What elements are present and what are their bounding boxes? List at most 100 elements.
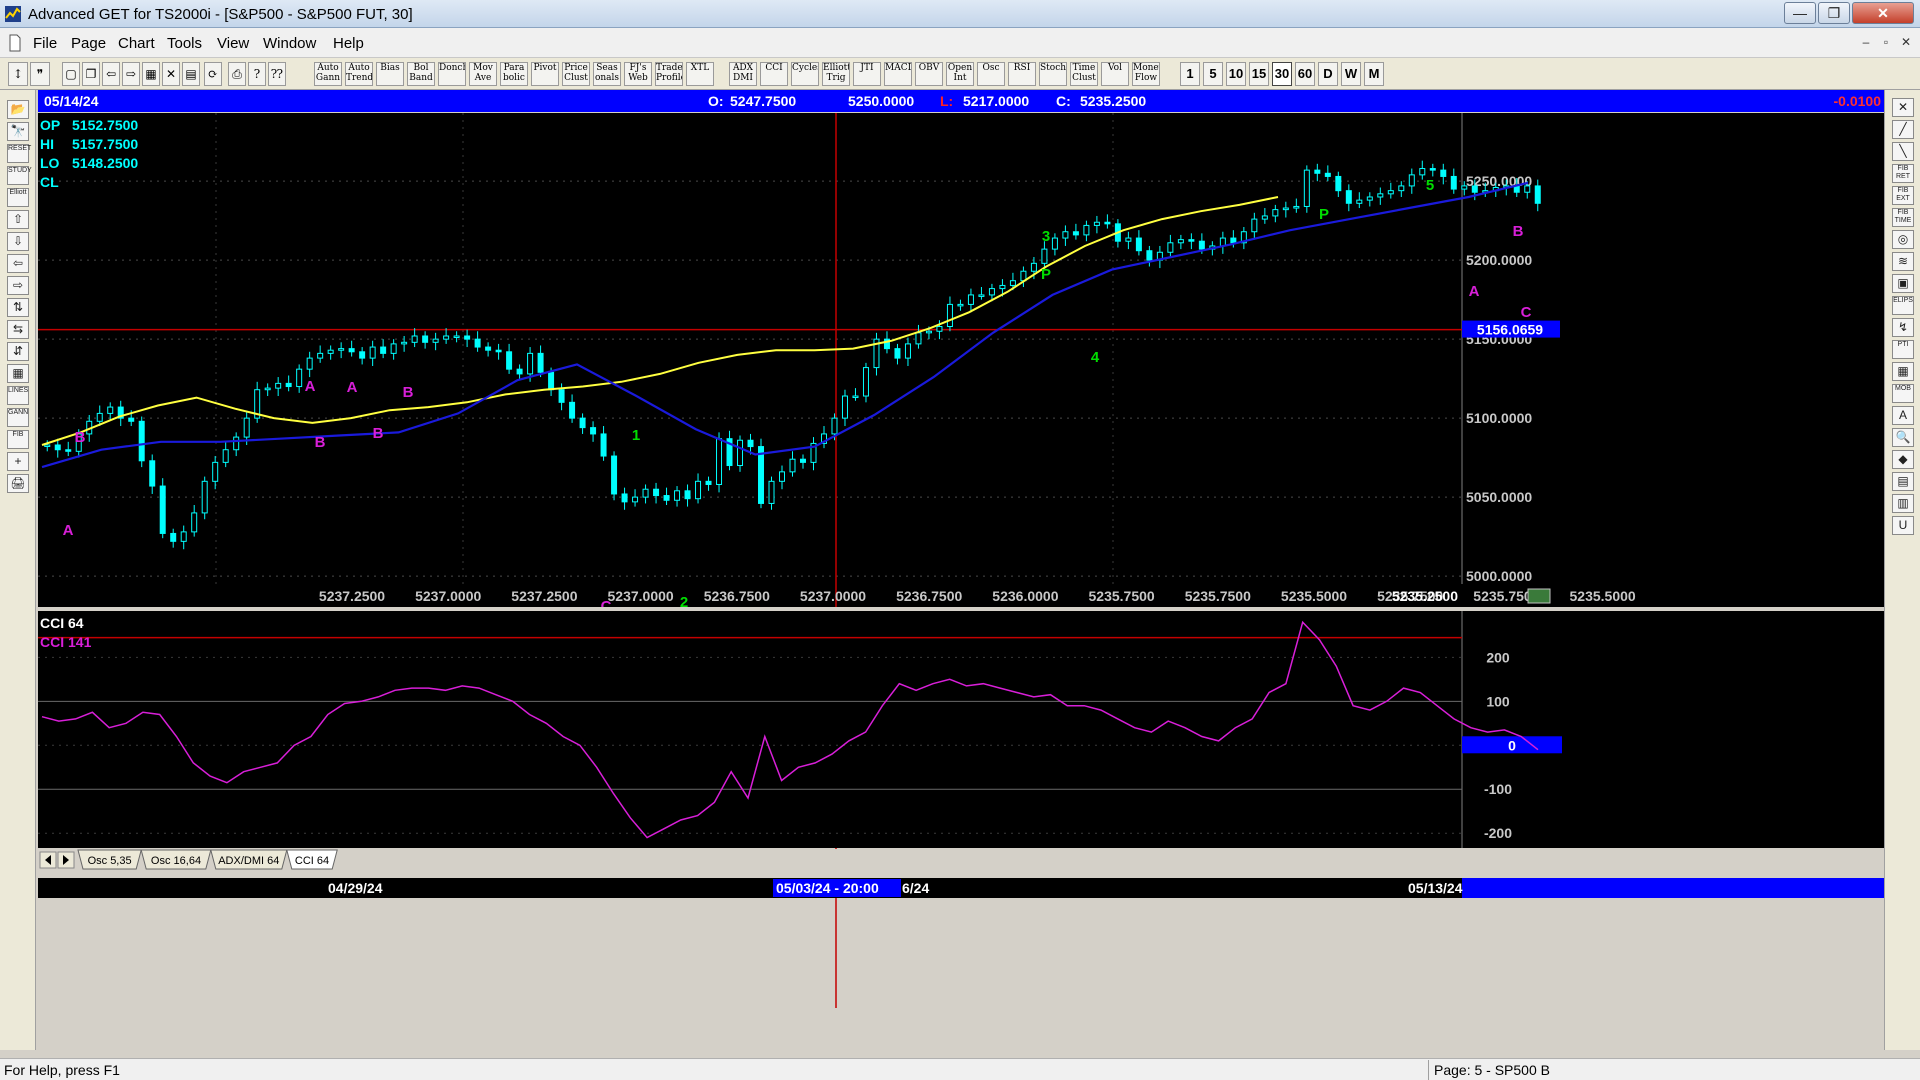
right-tool-button[interactable]: A (1892, 406, 1914, 425)
left-tool-button[interactable]: ⇦ (7, 254, 29, 273)
tab-label[interactable]: Osc 5,35 (88, 855, 132, 867)
chart-area[interactable]: 05/14/24 O: 5247.7500 5250.0000 L: 5217.… (38, 90, 1884, 1058)
study-button[interactable]: Money Flow (1132, 62, 1160, 86)
menu-chart[interactable]: Chart (118, 35, 155, 52)
study-button[interactable]: Vol (1101, 62, 1129, 86)
study-button[interactable]: Para bolic (500, 62, 528, 86)
right-tool-button[interactable]: ▣ (1892, 274, 1914, 293)
grid-button[interactable]: ▦ (142, 62, 160, 86)
left-tool-button[interactable]: FIB (7, 430, 29, 449)
left-tool-button[interactable]: LINES (7, 386, 29, 405)
left-tool-button[interactable]: 🖨 (7, 474, 29, 493)
left-tool-button[interactable]: ⇩ (7, 232, 29, 251)
study-button[interactable]: OBV (915, 62, 943, 86)
study-button[interactable]: Trade Profile (655, 62, 683, 86)
menu-help[interactable]: Help (333, 35, 364, 52)
left-tool-button[interactable]: ⇨ (7, 276, 29, 295)
timeframe-button[interactable]: 60 (1295, 62, 1315, 86)
left-tool-button[interactable]: GANN (7, 408, 29, 427)
menu-window[interactable]: Window (263, 35, 316, 52)
cci-pane[interactable] (38, 611, 1884, 848)
mdi-close-button[interactable]: ✕ (1896, 33, 1916, 51)
study-button[interactable]: Bias (376, 62, 404, 86)
left-tool-button[interactable]: STUDY (7, 166, 32, 185)
menu-page[interactable]: Page (71, 35, 106, 52)
study-button[interactable]: Elliott Trig (822, 62, 850, 86)
right-tool-button[interactable]: ▥ (1892, 494, 1914, 513)
tab-label[interactable]: CCI 64 (295, 855, 329, 867)
pane-splitter[interactable] (38, 607, 1884, 611)
delete-button[interactable]: ✕ (162, 62, 180, 86)
right-tool-button[interactable]: ◆ (1892, 450, 1914, 469)
close-button[interactable]: ✕ (1852, 2, 1914, 24)
quote-tool-button[interactable]: ❞ (30, 62, 50, 86)
study-button[interactable]: RSI (1008, 62, 1036, 86)
study-button[interactable]: Bol Band (407, 62, 435, 86)
left-tool-button[interactable]: ⇆ (7, 320, 29, 339)
back-button[interactable]: ⇦ (102, 62, 120, 86)
study-button[interactable]: Stoch (1039, 62, 1067, 86)
tab-label[interactable]: ADX/DMI 64 (218, 855, 279, 867)
right-tool-button[interactable]: ▤ (1892, 472, 1914, 491)
timeframe-button[interactable]: 10 (1226, 62, 1246, 86)
refresh-button[interactable]: ⟳ (204, 62, 222, 86)
study-button[interactable]: XTL (686, 62, 714, 86)
right-tool-button[interactable]: 🔍 (1892, 428, 1914, 447)
help-button[interactable]: ? (248, 62, 266, 86)
right-tool-button[interactable]: ↯ (1892, 318, 1914, 337)
right-tool-button[interactable]: FIB RET (1892, 164, 1914, 183)
right-tool-button[interactable]: ▦ (1892, 362, 1914, 381)
price-pane[interactable] (38, 113, 1884, 607)
right-tool-button[interactable]: PTI (1892, 340, 1914, 359)
maximize-button[interactable]: ❐ (1818, 2, 1850, 24)
scroll-corner-icon[interactable] (1527, 588, 1551, 604)
study-button[interactable]: Price Clust (562, 62, 590, 86)
study-button[interactable]: Cycles (791, 62, 819, 86)
minimize-button[interactable]: — (1784, 2, 1816, 24)
tab-scroll-left[interactable] (39, 851, 57, 869)
menu-file[interactable]: File (33, 35, 57, 52)
print-button[interactable]: ⎙ (228, 62, 246, 86)
right-tool-button[interactable]: U (1892, 516, 1914, 535)
right-tool-button[interactable]: ELIPS (1892, 296, 1914, 315)
study-button[interactable]: Auto Gann (314, 62, 342, 86)
study-button[interactable]: Osc (977, 62, 1005, 86)
study-button[interactable]: Donch (438, 62, 466, 86)
layout-button[interactable]: ▤ (182, 62, 200, 86)
forward-button[interactable]: ⇨ (122, 62, 140, 86)
left-tool-button[interactable]: Elliott (7, 188, 29, 207)
timeframe-button[interactable]: M (1364, 62, 1384, 86)
left-tool-button[interactable]: + (7, 452, 29, 471)
menu-view[interactable]: View (217, 35, 249, 52)
pointer-tool-button[interactable]: ↕ (8, 62, 28, 86)
context-help-button[interactable]: ⁇ (268, 62, 286, 86)
tab-scroll-right[interactable] (57, 851, 75, 869)
left-tool-button[interactable]: RESET (7, 144, 31, 163)
study-button[interactable]: Mov Ave (469, 62, 497, 86)
timeframe-button[interactable]: 1 (1180, 62, 1200, 86)
mdi-minimize-button[interactable]: – (1856, 33, 1876, 51)
study-button[interactable]: Time Clust (1070, 62, 1098, 86)
timeframe-button[interactable]: 30 (1272, 62, 1292, 86)
timeframe-button[interactable]: 15 (1249, 62, 1269, 86)
timeframe-button[interactable]: 5 (1203, 62, 1223, 86)
study-button[interactable]: Seas onals (593, 62, 621, 86)
left-tool-button[interactable]: ▦ (7, 364, 29, 383)
right-tool-button[interactable]: ✕ (1892, 98, 1914, 117)
tab-label[interactable]: Osc 16,64 (151, 855, 201, 867)
study-button[interactable]: Pivot (531, 62, 559, 86)
left-tool-button[interactable]: ⇵ (7, 342, 29, 361)
study-button[interactable]: MACD (884, 62, 912, 86)
study-button[interactable]: JTI (853, 62, 881, 86)
left-tool-button[interactable]: 📂 (7, 100, 29, 119)
study-button[interactable]: Auto Trend (345, 62, 373, 86)
right-tool-button[interactable]: ╲ (1892, 142, 1914, 161)
new-page-button[interactable]: ▢ (62, 62, 80, 86)
left-tool-button[interactable]: 🔭 (7, 122, 29, 141)
left-tool-button[interactable]: ⇧ (7, 210, 29, 229)
study-button[interactable]: ADX DMI (729, 62, 757, 86)
right-tool-button[interactable]: MOB (1892, 384, 1914, 403)
mdi-restore-button[interactable]: ▫ (1876, 33, 1896, 51)
study-button[interactable]: Open Int (946, 62, 974, 86)
right-tool-button[interactable]: FIB TIME (1892, 208, 1914, 227)
